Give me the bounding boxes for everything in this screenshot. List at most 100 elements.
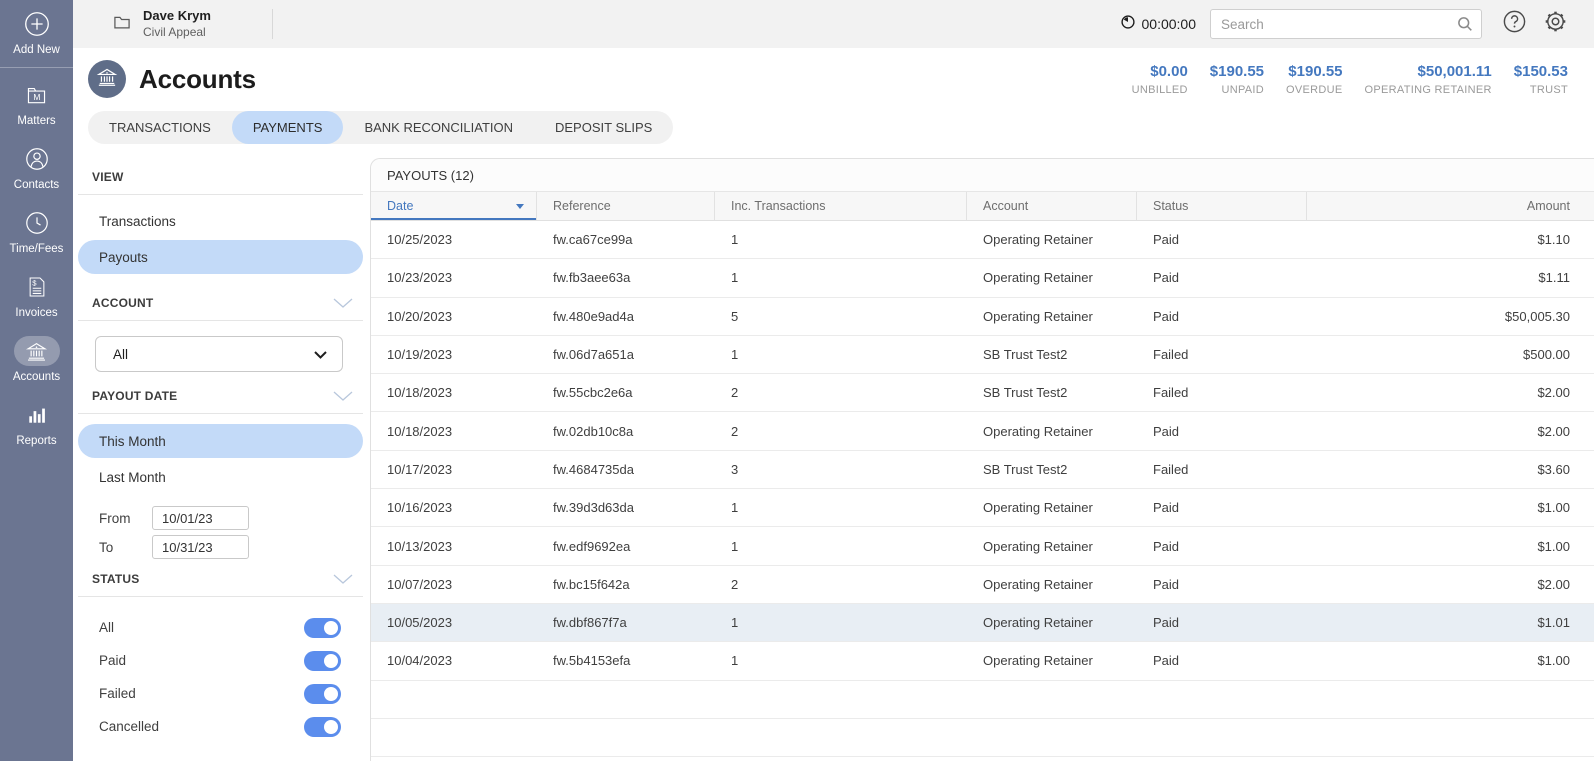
- toggle-knob: [324, 719, 338, 734]
- sidebar-item-contacts[interactable]: Contacts: [0, 135, 73, 199]
- cell-amount: $1.11: [1538, 270, 1570, 286]
- search-input[interactable]: [1210, 9, 1482, 39]
- table-row[interactable]: 10/25/2023 fw.ca67ce99a 1 Operating Reta…: [371, 221, 1594, 260]
- table-row[interactable]: 10/23/2023 fw.fb3aee63a 1 Operating Reta…: [371, 259, 1594, 298]
- cell-reference: fw.55cbc2e6a: [553, 385, 633, 401]
- column-header-date[interactable]: Date: [371, 192, 537, 220]
- cell-amount: $2.00: [1537, 385, 1570, 401]
- sidebar-item-time-fees[interactable]: Time/Fees: [0, 199, 73, 263]
- table-row[interactable]: 10/07/2023 fw.bc15f642a 2 Operating Reta…: [371, 566, 1594, 604]
- clock-icon: [14, 208, 60, 238]
- toggle-switch[interactable]: [304, 683, 341, 704]
- cell-reference: fw.39d3d63da: [553, 500, 634, 516]
- cell-date: 10/18/2023: [387, 385, 453, 401]
- help-button[interactable]: [1502, 9, 1527, 39]
- cell-status: Paid: [1153, 615, 1180, 631]
- account-select[interactable]: All: [95, 336, 343, 372]
- cell-date: 10/18/2023: [387, 423, 453, 439]
- cell-reference: fw.fb3aee63a: [553, 270, 631, 286]
- toggle-switch[interactable]: [304, 716, 341, 737]
- summary-operating-retainer: $50,001.11 OPERATING RETAINER: [1364, 63, 1492, 96]
- sidebar-item-reports[interactable]: Reports: [0, 391, 73, 455]
- matter-detail: Civil Appeal: [143, 24, 206, 39]
- page-header: Accounts $0.00 UNBILLED $190.55 UNPAID $…: [73, 48, 1594, 110]
- cell-account: Operating Retainer: [983, 576, 1093, 592]
- matter-name: Dave Krym: [143, 8, 211, 24]
- column-header-amount[interactable]: Amount: [1307, 192, 1594, 220]
- cell-amount: $1.00: [1537, 538, 1570, 554]
- view-option-payouts[interactable]: Payouts: [78, 240, 363, 274]
- bank-icon: [13, 336, 60, 366]
- cell-account: Operating Retainer: [983, 500, 1093, 516]
- collapse-chevron-icon[interactable]: [333, 574, 353, 584]
- cell-date: 10/05/2023: [387, 615, 453, 631]
- matter-switcher[interactable]: Dave Krym Civil Appeal: [73, 8, 272, 39]
- sidebar-item-invoices[interactable]: $ Invoices: [0, 263, 73, 327]
- table-row[interactable]: 10/18/2023 fw.55cbc2e6a 2 SB Trust Test2…: [371, 374, 1594, 413]
- cell-reference: fw.bc15f642a: [553, 576, 630, 592]
- settings-button[interactable]: [1543, 9, 1568, 39]
- timer-value: 00:00:00: [1141, 16, 1197, 32]
- sidebar-item-add-new[interactable]: Add New: [0, 0, 73, 68]
- tab-payments[interactable]: PAYMENTS: [231, 111, 344, 144]
- sidebar-item-matters[interactable]: M Matters: [0, 71, 73, 135]
- body-row: VIEW Transactions Payouts ACCOUNT All PA…: [73, 158, 1594, 761]
- cell-amount: $500.00: [1523, 347, 1570, 363]
- person-icon: [14, 144, 60, 174]
- table-body: 10/25/2023 fw.ca67ce99a 1 Operating Reta…: [371, 221, 1594, 681]
- toggle-knob: [324, 653, 338, 668]
- to-date-input[interactable]: [152, 535, 249, 559]
- account-section-header: ACCOUNT: [78, 296, 363, 321]
- view-option-transactions[interactable]: Transactions: [78, 204, 363, 238]
- table-row[interactable]: 10/19/2023 fw.06d7a651a 1 SB Trust Test2…: [371, 336, 1594, 375]
- search-icon[interactable]: [1456, 15, 1474, 38]
- from-date-input[interactable]: [152, 506, 249, 530]
- cell-account: Operating Retainer: [983, 308, 1093, 324]
- cell-inc-transactions: 1: [731, 615, 739, 631]
- column-header-status[interactable]: Status: [1137, 192, 1307, 220]
- tab-bank-reconciliation[interactable]: BANK RECONCILIATION: [343, 111, 534, 144]
- table-row[interactable]: 10/17/2023 fw.4684735da 3 SB Trust Test2…: [371, 451, 1594, 490]
- table-row[interactable]: 10/20/2023 fw.480e9ad4a 5 Operating Reta…: [371, 298, 1594, 336]
- table-row[interactable]: 10/16/2023 fw.39d3d63da 1 Operating Reta…: [371, 489, 1594, 528]
- table-row[interactable]: 10/18/2023 fw.02db10c8a 2 Operating Reta…: [371, 412, 1594, 451]
- payout-date-option-this-month[interactable]: This Month: [78, 424, 363, 458]
- sidebar-item-accounts[interactable]: Accounts: [0, 327, 73, 391]
- table-row[interactable]: 10/05/2023 fw.dbf867f7a 1 Operating Reta…: [371, 603, 1594, 643]
- status-toggles: All Paid Failed Cancelled: [78, 615, 363, 739]
- cell-reference: fw.06d7a651a: [553, 347, 634, 363]
- table-title: PAYOUTS (12): [371, 159, 1594, 192]
- payout-date-option-last-month[interactable]: Last Month: [78, 460, 363, 494]
- cell-status: Paid: [1153, 538, 1180, 554]
- cell-inc-transactions: 1: [731, 347, 739, 363]
- cell-inc-transactions: 2: [731, 385, 739, 401]
- collapse-chevron-icon[interactable]: [333, 391, 353, 401]
- toggle-switch[interactable]: [304, 617, 341, 638]
- summary-unpaid: $190.55 UNPAID: [1209, 63, 1265, 96]
- cell-amount: $2.00: [1537, 576, 1570, 592]
- column-header-reference[interactable]: Reference: [537, 192, 715, 220]
- cell-inc-transactions: 1: [731, 270, 739, 286]
- cell-amount: $1.00: [1537, 653, 1570, 669]
- tab-transactions[interactable]: TRANSACTIONS: [88, 111, 232, 144]
- cell-account: Operating Retainer: [983, 270, 1093, 286]
- collapse-chevron-icon[interactable]: [333, 298, 353, 308]
- column-header-inc-transactions[interactable]: Inc. Transactions: [715, 192, 967, 220]
- cell-reference: fw.dbf867f7a: [553, 615, 627, 631]
- folder-m-icon: M: [14, 80, 60, 110]
- cell-status: Paid: [1153, 232, 1180, 248]
- cell-amount: $1.00: [1537, 500, 1570, 516]
- timer-widget[interactable]: 00:00:00: [1120, 14, 1197, 35]
- toggle-switch[interactable]: [304, 650, 341, 671]
- cell-status: Paid: [1153, 653, 1180, 669]
- svg-text:$: $: [32, 279, 37, 288]
- title-group: Accounts: [88, 60, 256, 98]
- topbar-actions: 00:00:00: [1120, 9, 1594, 39]
- cell-amount: $1.10: [1537, 232, 1570, 248]
- table-row[interactable]: 10/13/2023 fw.edf9692ea 1 Operating Reta…: [371, 527, 1594, 566]
- cell-inc-transactions: 2: [731, 576, 739, 592]
- page-title: Accounts: [139, 63, 256, 94]
- table-row[interactable]: 10/04/2023 fw.5b4153efa 1 Operating Reta…: [371, 642, 1594, 681]
- column-header-account[interactable]: Account: [967, 192, 1137, 220]
- tab-deposit-slips[interactable]: DEPOSIT SLIPS: [534, 111, 673, 144]
